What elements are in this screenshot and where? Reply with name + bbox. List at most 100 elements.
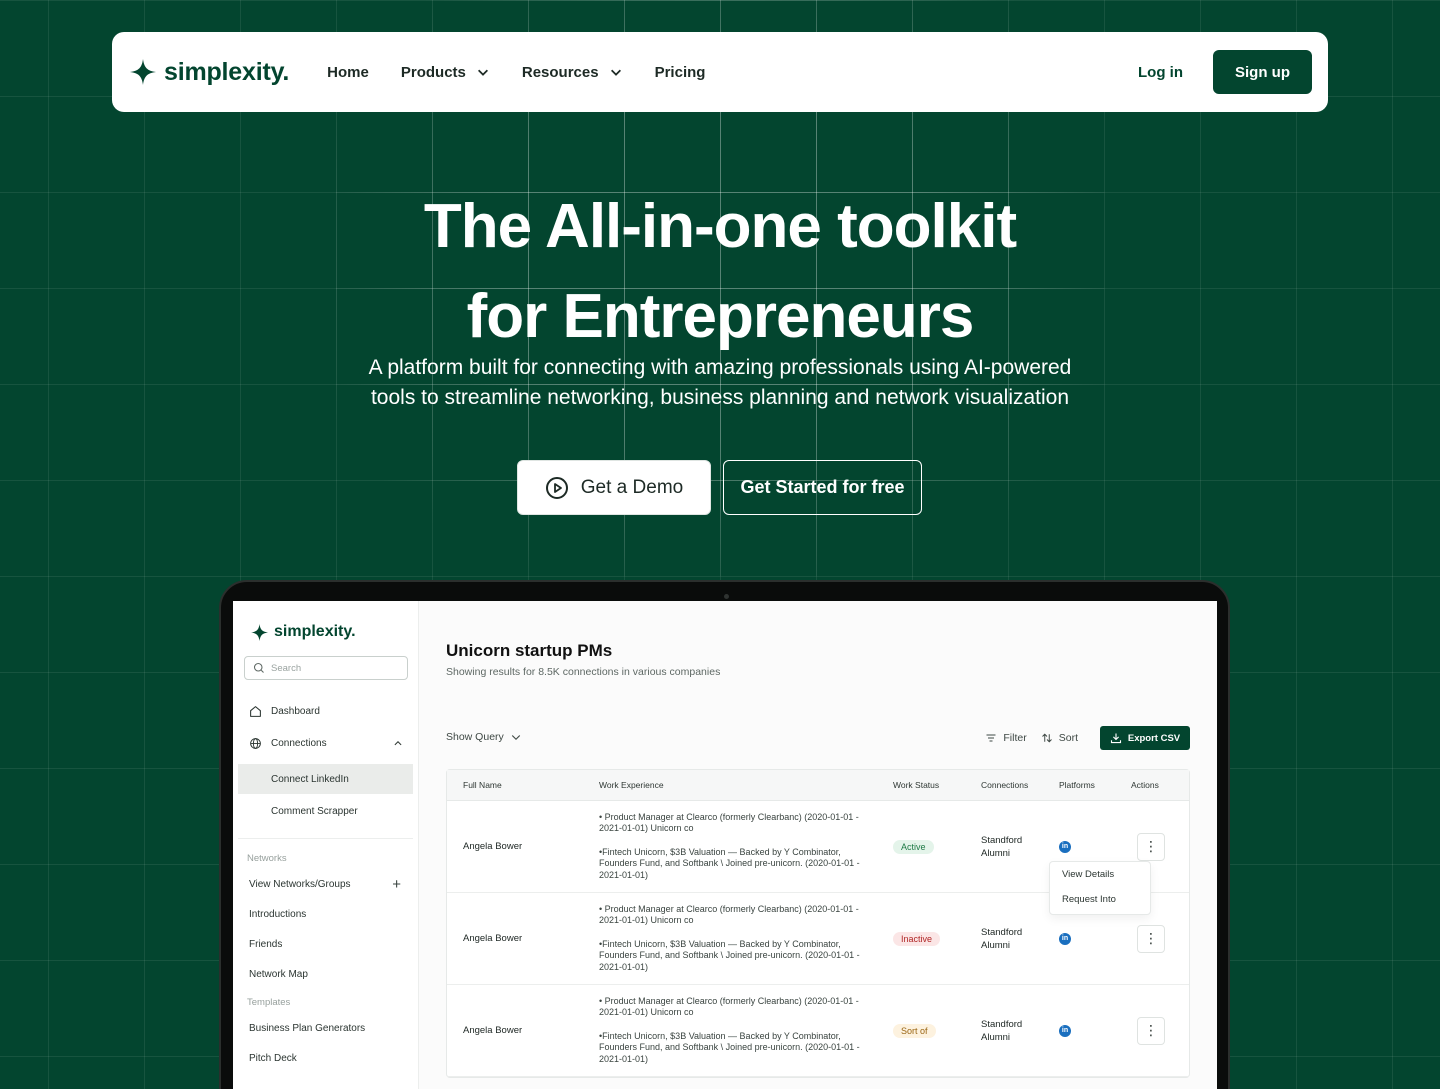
connections-text: Alumni <box>981 847 1011 859</box>
login-link[interactable]: Log in <box>1138 64 1183 81</box>
experience-entry: •Fintech Unicorn, $3B Valuation — Backed… <box>599 846 860 880</box>
app-main: Unicorn startup PMs Showing results for … <box>419 601 1217 1089</box>
camera-dot <box>724 594 729 599</box>
table-toolbar: Filter Sort Export CSV <box>985 726 1190 750</box>
globe-icon <box>250 737 261 749</box>
column-header[interactable]: Platforms <box>1049 780 1123 790</box>
nav-link-label: Resources <box>521 63 599 81</box>
sidebar-subitem-comment-scrapper[interactable]: Comment Scrapper <box>238 796 413 826</box>
sparkle-star-icon <box>251 623 268 641</box>
sidebar-item-view-networks[interactable]: View Networks/Groups + <box>238 869 413 899</box>
sidebar-search-input[interactable]: Search <box>244 656 408 680</box>
table-row[interactable]: Angela Bower • Product Manager at Clearc… <box>447 985 1189 1077</box>
search-icon <box>253 662 264 673</box>
cell-full-name: Angela Bower <box>463 841 523 852</box>
linkedin-icon[interactable]: in <box>1059 932 1071 945</box>
connections-text: Alumni <box>981 939 1011 951</box>
sparkle-star-icon <box>130 59 156 85</box>
sidebar-item-dashboard[interactable]: Dashboard <box>238 696 413 726</box>
sidebar-item-business-plan[interactable]: Business Plan Generators <box>238 1013 413 1043</box>
experience-entry: • Product Manager at Clearco (formerly C… <box>599 811 859 834</box>
cell-platforms: in <box>1049 932 1123 945</box>
menu-item-request-intro[interactable]: Request Into <box>1062 893 1150 918</box>
plus-icon[interactable]: + <box>392 876 401 893</box>
sidebar-item-label: View Networks/Groups <box>249 878 351 890</box>
cell-work-experience: • Product Manager at Clearco (formerly C… <box>583 812 877 882</box>
sort-button[interactable]: Sort <box>1041 732 1078 744</box>
sidebar-item-network-map[interactable]: Network Map <box>238 959 413 989</box>
linkedin-icon[interactable]: in <box>1059 1024 1071 1037</box>
sidebar-divider <box>238 838 413 839</box>
table-header: Full Name Work Experience Work Status Co… <box>447 770 1189 801</box>
sidebar-item-label: Connections <box>271 737 327 749</box>
top-navbar: simplexity. Home Products Resources Pric… <box>112 32 1328 112</box>
show-query-toggle[interactable]: Show Query <box>446 731 522 743</box>
signup-button[interactable]: Sign up <box>1213 50 1312 94</box>
column-header[interactable]: Work Status <box>877 780 971 790</box>
export-csv-button[interactable]: Export CSV <box>1100 726 1190 750</box>
status-badge: Active <box>893 839 934 854</box>
cell-work-status: Active <box>877 839 971 854</box>
sidebar-section-networks: Networks <box>247 853 287 864</box>
download-icon <box>1110 733 1121 744</box>
hero-subtitle: A platform built for connecting with ama… <box>0 353 1440 413</box>
sidebar-item-pitch-deck[interactable]: Pitch Deck <box>238 1043 413 1073</box>
sort-label: Sort <box>1058 732 1078 744</box>
app-brand-logo[interactable]: simplexity. <box>238 623 413 641</box>
sidebar-item-introductions[interactable]: Introductions <box>238 899 413 929</box>
experience-entry: •Fintech Unicorn, $3B Valuation — Backed… <box>599 1030 860 1064</box>
row-actions-button[interactable]: ⋮ <box>1137 924 1165 953</box>
filter-icon <box>986 734 996 742</box>
nav-link-resources[interactable]: Resources <box>522 64 623 81</box>
chevron-down-icon <box>610 69 621 76</box>
column-header[interactable]: Connections <box>971 780 1049 790</box>
column-header[interactable]: Full Name <box>447 780 583 790</box>
nav-link-label: Products <box>400 63 466 81</box>
sidebar-item-connections[interactable]: Connections <box>238 728 413 758</box>
hero-subtitle-line: A platform built for connecting with ama… <box>368 356 1072 379</box>
export-csv-label: Export CSV <box>1127 732 1181 744</box>
filter-button[interactable]: Filter <box>985 732 1027 744</box>
connections-text: Standford <box>981 926 1023 938</box>
status-badge: Sort of <box>893 1023 936 1038</box>
page-title: Unicorn startup PMs <box>446 641 613 660</box>
get-demo-button[interactable]: Get a Demo <box>517 460 711 515</box>
show-query-label: Show Query <box>446 731 504 743</box>
cell-connections: Standford Alumni <box>971 1018 1049 1044</box>
get-started-button[interactable]: Get Started for free <box>723 460 922 515</box>
brand-logo[interactable]: simplexity. <box>130 58 289 87</box>
home-icon <box>250 705 261 717</box>
cell-work-experience: • Product Manager at Clearco (formerly C… <box>583 904 877 974</box>
cell-platforms: in <box>1049 1024 1123 1037</box>
cell-platforms: in <box>1049 840 1123 853</box>
cell-work-status: Inactive <box>877 931 971 946</box>
status-badge: Inactive <box>893 931 941 946</box>
chevron-down-icon <box>477 69 488 76</box>
page-subtitle: Showing results for 8.5K connections in … <box>446 666 721 678</box>
sidebar-item-friends[interactable]: Friends <box>238 929 413 959</box>
experience-entry: •Fintech Unicorn, $3B Valuation — Backed… <box>599 938 860 972</box>
column-header[interactable]: Actions <box>1123 780 1189 790</box>
menu-item-view-details[interactable]: View Details <box>1062 868 1150 893</box>
cell-actions: ⋮ <box>1123 1016 1189 1045</box>
experience-entry: • Product Manager at Clearco (formerly C… <box>599 903 859 926</box>
sidebar-subitem-connect-linkedin[interactable]: Connect LinkedIn <box>238 764 413 794</box>
cell-work-experience: • Product Manager at Clearco (formerly C… <box>583 996 877 1066</box>
chevron-up-icon[interactable] <box>393 738 403 748</box>
cell-connections: Standford Alumni <box>971 834 1049 860</box>
connections-text: Standford <box>981 834 1023 846</box>
column-header[interactable]: Work Experience <box>583 780 877 790</box>
get-demo-label: Get a Demo <box>580 476 684 498</box>
chevron-down-icon <box>511 735 520 741</box>
cell-full-name: Angela Bower <box>463 933 523 944</box>
sidebar-section-templates: Templates <box>247 997 291 1008</box>
nav-link-products[interactable]: Products <box>401 64 490 81</box>
nav-link-home[interactable]: Home <box>327 64 369 81</box>
row-actions-button[interactable]: ⋮ <box>1137 1016 1165 1045</box>
row-actions-button[interactable]: ⋮ <box>1137 832 1165 861</box>
nav-auth: Log in Sign up <box>1138 50 1312 94</box>
nav-link-pricing[interactable]: Pricing <box>655 64 706 81</box>
linkedin-icon[interactable]: in <box>1059 840 1071 853</box>
play-circle-icon <box>545 476 568 499</box>
sidebar-item-label: Dashboard <box>271 705 320 717</box>
